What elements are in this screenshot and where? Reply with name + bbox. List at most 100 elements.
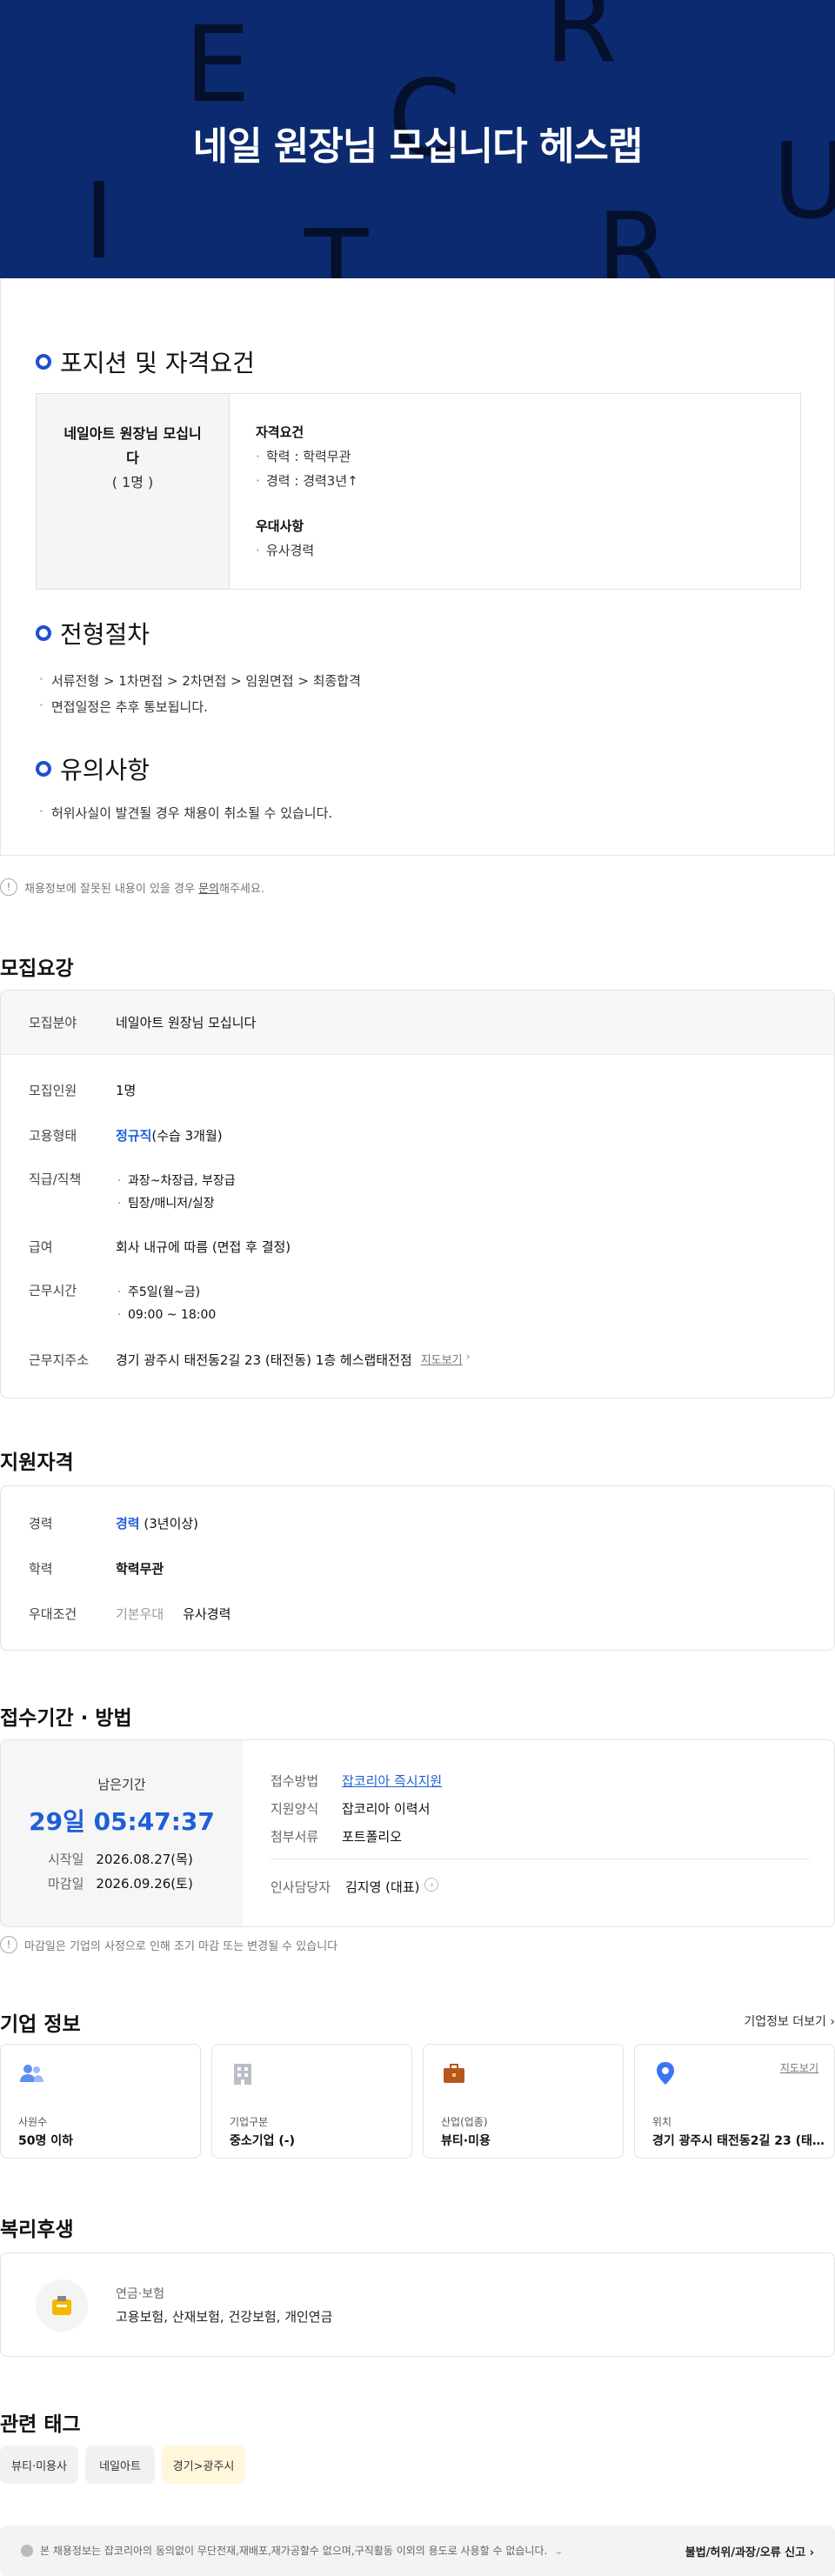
requirement-item: 학력 : 학력무관 [256, 444, 358, 469]
pref-row: 우대조건 기본우대 유사경력 [29, 1605, 230, 1623]
briefcase-icon [444, 2064, 464, 2083]
pension-icon [52, 2296, 71, 2315]
rank-label: 직급/직책 [29, 1171, 82, 1187]
chevron-down-icon[interactable]: ⌄ [554, 2545, 563, 2557]
rank-item: 팀장/매니저/실장 [116, 1192, 236, 1215]
banner-letter: T [304, 209, 369, 279]
map-link[interactable]: 지도보기 [421, 1351, 463, 1369]
company-more-text: 기업정보 더보기 [744, 2015, 826, 2029]
period-countdown: 남은기간 29일 05:47:37 시작일 2026.08.27(목) 마감일 … [1, 1740, 243, 1926]
field-label: 모집분야 [29, 1015, 77, 1031]
apply-now-link[interactable]: 잡코리아 즉시지원 [342, 1772, 442, 1790]
requirement-item: 경력 : 경력3년↑ [256, 469, 358, 493]
error-report-notice: ! 채용정보에 잘못된 내용이 있을 경우 문의해주세요. [0, 878, 264, 896]
process-heading-text: 전형절차 [60, 620, 150, 649]
card-value: 뷰티·미용 [441, 2134, 491, 2148]
inquiry-link[interactable]: 문의 [198, 883, 219, 896]
form-label: 지원양식 [271, 1801, 319, 1817]
qualify-box: 경력 경력 (3년이상) 학력 학력무관 우대조건 기본우대 유사경력 [0, 1485, 835, 1651]
location-pin-icon [657, 2062, 674, 2085]
report-link[interactable]: 불법/허위/과장/오류 신고 › [685, 2543, 814, 2559]
career-value: (3년이상) [144, 1516, 199, 1532]
start-label: 시작일 [48, 1852, 84, 1867]
career-highlight: 경력 [116, 1516, 140, 1532]
tag-chip[interactable]: 뷰티·미용사 [0, 2446, 78, 2484]
card-value: 경기 광주시 태전동2길 23 (태전동) [652, 2134, 826, 2148]
tags-heading: 관련 태그 [0, 2413, 81, 2436]
rank-item: 과장~차장급, 부장급 [116, 1170, 236, 1192]
salary-label: 급여 [29, 1239, 53, 1255]
position-requirements-cell: 자격요건 학력 : 학력무관 경력 : 경력3년↑ 우대사항 유사경력 [230, 394, 358, 589]
pref-tag: 기본우대 [116, 1606, 164, 1622]
address-row: 근무지주소 경기 광주시 태전동2길 23 (태전동) 1층 헤스랩태전점 지도… [29, 1351, 471, 1369]
preference-item: 유사경력 [256, 538, 358, 563]
headcount-value: 1명 [116, 1083, 137, 1098]
emp-type-value: (수습 3개월) [151, 1128, 223, 1144]
insurance-icon-wrap [36, 2279, 88, 2332]
company-card-type: 기업구분 중소기업 (-) [211, 2044, 412, 2159]
copyright-text: 본 채용정보는 잡코리아의 동의없이 무단전재,재배포,재가공할수 없으며,구직… [40, 2545, 548, 2557]
position-name-cell: 네일아트 원장님 모십니다 ( 1명 ) [37, 394, 230, 589]
emp-type-label: 고용형태 [29, 1128, 77, 1144]
map-link[interactable]: 지도보기 [780, 2060, 818, 2075]
card-value: 중소기업 (-) [230, 2134, 296, 2148]
salary-row: 급여 회사 내규에 따름 (면접 후 결정) [29, 1238, 291, 1256]
attach-value: 포트폴리오 [342, 1829, 403, 1845]
process-item: 서류전형 > 1차면접 > 2차면접 > 임원면접 > 최종합격 [39, 671, 361, 690]
notice-text: 해주세요. [218, 882, 264, 896]
edu-row: 학력 학력무관 [29, 1559, 164, 1578]
hours-item: 09:00 ~ 18:00 [116, 1304, 216, 1326]
job-posting-page: E R C I T R U 네일 원장님 모십니다 헤스랩 포지션 및 자격요건… [0, 0, 835, 2576]
preference-label: 우대사항 [256, 518, 304, 534]
job-detail-section: 포지션 및 자격요건 네일아트 원장님 모십니다 ( 1명 ) 자격요건 학력 … [0, 278, 835, 856]
position-heading: 포지션 및 자격요건 [36, 344, 255, 379]
period-heading: 접수기간 · 방법 [0, 1707, 132, 1730]
company-more-link[interactable]: 기업정보 더보기 › [744, 2012, 835, 2030]
period-box: 남은기간 29일 05:47:37 시작일 2026.08.27(목) 마감일 … [0, 1739, 835, 1927]
position-count: ( 1명 ) [111, 474, 154, 491]
position-heading-text: 포지션 및 자격요건 [60, 349, 255, 377]
attach-row: 첨부서류 포트폴리오 [271, 1827, 402, 1845]
company-card-location: 지도보기 위치 경기 광주시 태전동2길 23 (태전동) [634, 2044, 835, 2159]
card-value: 50명 이하 [18, 2134, 73, 2148]
career-row: 경력 경력 (3년이상) [29, 1514, 198, 1532]
card-label: 기업구분 [230, 2116, 269, 2128]
career-label: 경력 [29, 1516, 53, 1532]
tag-chip[interactable]: 경기>광주시 [162, 2446, 245, 2484]
caution-heading: 유의사항 [36, 751, 150, 786]
copyright-footer: 본 채용정보는 잡코리아의 동의없이 무단전재,재배포,재가공할수 없으며,구직… [0, 2526, 835, 2576]
tag-chip[interactable]: 네일아트 [85, 2446, 155, 2484]
remain-countdown: 29일 05:47:37 [29, 1807, 215, 1836]
position-table: 네일아트 원장님 모십니다 ( 1명 ) 자격요건 학력 : 학력무관 경력 :… [36, 393, 801, 590]
copyright-notice: 본 채용정보는 잡코리아의 동의없이 무단전재,재배포,재가공할수 없으며,구직… [21, 2543, 563, 2558]
rank-row: 직급/직책 과장~차장급, 부장급 팀장/매니저/실장 [29, 1170, 236, 1215]
building-icon [234, 2064, 251, 2085]
company-heading: 기업 정보 [0, 2013, 81, 2036]
form-value: 잡코리아 이력서 [342, 1801, 431, 1817]
process-heading: 전형절차 [36, 616, 150, 651]
manager-label: 인사담당자 [271, 1879, 331, 1895]
field-value: 네일아트 원장님 모십니다 [116, 1015, 257, 1031]
hours-item: 주5일(월~금) [116, 1281, 216, 1304]
chevron-right-icon[interactable]: › [424, 1878, 439, 1892]
manager-row: 인사담당자 김지영 (대표) › [271, 1878, 439, 1896]
info-icon: ! [0, 1936, 17, 1953]
field-row: 모집분야 네일아트 원장님 모십니다 [29, 1013, 256, 1031]
process-item: 면접일정은 추후 통보됩니다. [39, 697, 208, 716]
info-icon: ! [0, 878, 17, 896]
chevron-right-icon: › [465, 1351, 471, 1364]
caution-item: 허위사실이 발견될 경우 채용이 취소될 수 있습니다. [39, 804, 332, 822]
card-label: 위치 [652, 2116, 672, 2128]
ring-bullet-icon [36, 354, 51, 370]
banner-letter: R [597, 191, 670, 279]
address-value: 경기 광주시 태전동2길 23 (태전동) 1층 헤스랩태전점 [116, 1352, 412, 1368]
company-cards: 사원수 50명 이하 기업구분 중소기업 (-) 산업(업종) 뷰티·미용 지도… [0, 2044, 835, 2159]
welfare-box: 연금·보험 고용보험, 산재보험, 건강보험, 개인연금 [0, 2252, 835, 2357]
caution-heading-text: 유의사항 [60, 756, 150, 784]
emp-type-highlight: 정규직 [116, 1128, 152, 1144]
address-label: 근무지주소 [29, 1352, 90, 1368]
welfare-value: 고용보험, 산재보험, 건강보험, 개인연금 [116, 2309, 333, 2325]
form-row: 지원양식 잡코리아 이력서 [271, 1799, 430, 1818]
card-label: 산업(업종) [441, 2116, 488, 2128]
end-value: 2026.09.26(토) [96, 1876, 193, 1892]
